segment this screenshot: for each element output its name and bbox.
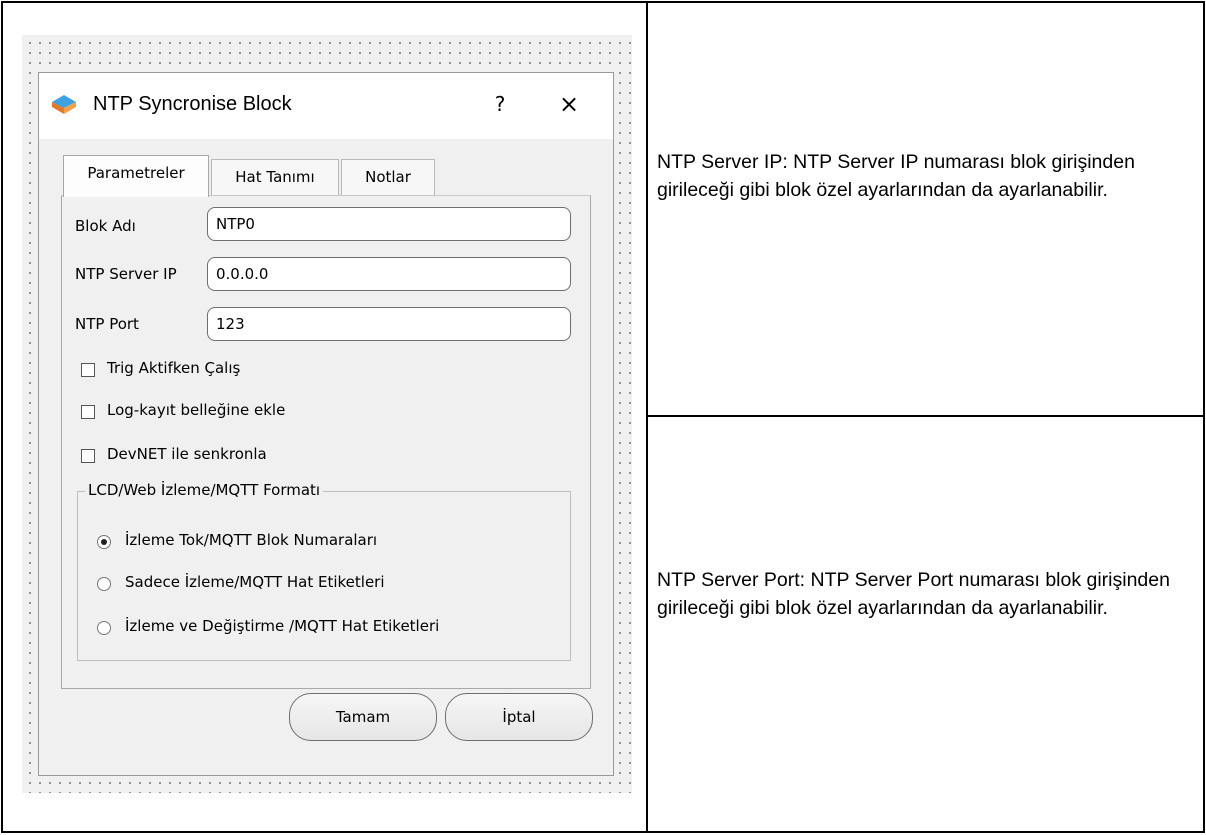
row-divider	[647, 415, 1205, 417]
dialog-title: NTP Syncronise Block	[93, 93, 292, 115]
group-title: LCD/Web İzleme/MQTT Formatı	[85, 481, 324, 499]
tab-parametreler[interactable]: Parametreler	[63, 155, 209, 197]
radio-izleme-degistirme[interactable]	[97, 621, 111, 635]
tab-hat-tanimi[interactable]: Hat Tanımı	[211, 159, 339, 195]
description-ntp-server-port: NTP Server Port: NTP Server Port numaras…	[657, 569, 1170, 619]
radio-blok-numaralari[interactable]	[97, 535, 111, 549]
ntp-port-input[interactable]: 123	[207, 307, 571, 341]
help-button[interactable]: ?	[485, 89, 515, 119]
field-label-blok-adi: Blok Adı	[75, 217, 136, 235]
tab-label: Notlar	[365, 168, 411, 186]
field-label-ntp-port: NTP Port	[75, 315, 139, 333]
devnet-senkron-checkbox[interactable]	[81, 449, 95, 463]
trig-aktif-checkbox[interactable]	[81, 363, 95, 377]
ok-button[interactable]: Tamam	[289, 693, 437, 741]
radio-label: İzleme ve Değiştirme /MQTT Hat Etiketler…	[125, 617, 440, 635]
ntp-dialog: NTP Syncronise Block ? × Parametreler Ha…	[38, 72, 614, 776]
cancel-button[interactable]: İptal	[445, 693, 593, 741]
checkbox-label: Log-kayıt belleğine ekle	[107, 401, 286, 419]
radio-hat-etiketleri[interactable]	[97, 577, 111, 591]
dialog-titlebar: NTP Syncronise Block ? ×	[39, 73, 613, 139]
tab-label: Parametreler	[87, 164, 185, 182]
log-kayit-checkbox[interactable]	[81, 405, 95, 419]
ntp-server-ip-input[interactable]: 0.0.0.0	[207, 257, 571, 291]
description-ntp-server-ip: NTP Server IP: NTP Server IP numarası bl…	[657, 151, 1135, 201]
field-label-ntp-server-ip: NTP Server IP	[75, 265, 177, 283]
close-button[interactable]: ×	[551, 87, 587, 121]
checkbox-label: DevNET ile senkronla	[107, 445, 267, 463]
checkbox-label: Trig Aktifken Çalış	[107, 359, 241, 377]
radio-label: Sadece İzleme/MQTT Hat Etiketleri	[125, 573, 385, 591]
blok-adi-input[interactable]: NTP0	[207, 207, 571, 241]
app-icon	[52, 95, 76, 114]
tab-notlar[interactable]: Notlar	[341, 159, 435, 195]
radio-label: İzleme Tok/MQTT Blok Numaraları	[125, 531, 378, 549]
column-divider	[646, 1, 648, 833]
tab-label: Hat Tanımı	[235, 168, 315, 186]
